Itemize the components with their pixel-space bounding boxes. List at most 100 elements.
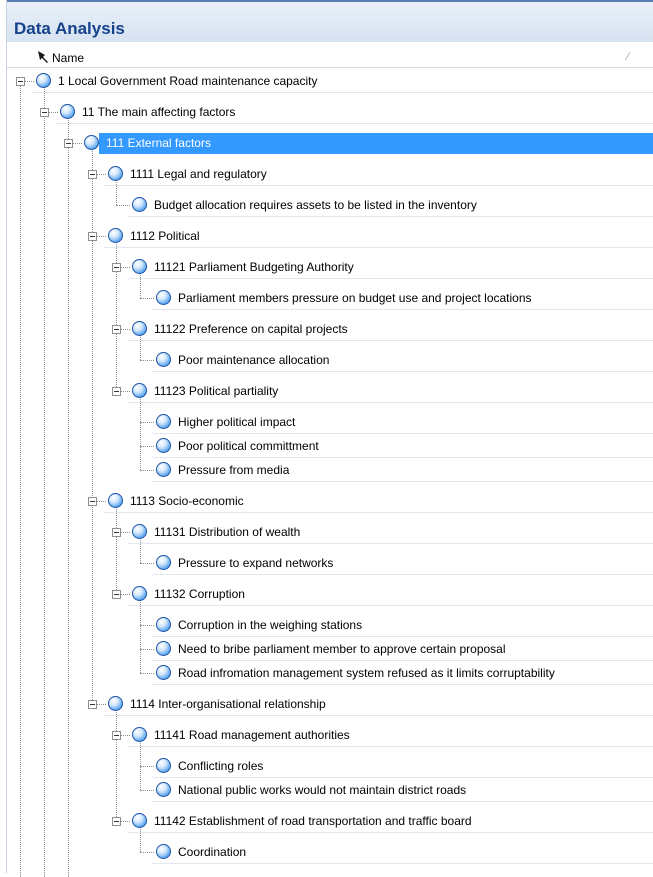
node-icon[interactable] xyxy=(156,617,171,632)
row-separator xyxy=(128,605,653,606)
tree-connector-line xyxy=(44,116,45,877)
node-icon[interactable] xyxy=(108,696,123,711)
tree-row[interactable]: 1 Local Government Road maintenance capa… xyxy=(16,69,653,93)
node-icon[interactable] xyxy=(132,586,147,601)
collapse-toggle-icon[interactable] xyxy=(112,325,121,334)
node-icon[interactable] xyxy=(156,555,171,570)
collapse-toggle-icon[interactable] xyxy=(64,139,73,148)
row-separator xyxy=(128,746,653,747)
node-icon[interactable] xyxy=(156,352,171,367)
row-separator xyxy=(128,543,653,544)
node-icon[interactable] xyxy=(156,290,171,305)
node-label: Pressure from media xyxy=(178,463,290,477)
node-icon[interactable] xyxy=(156,438,171,453)
row-separator xyxy=(152,863,653,864)
collapse-toggle-icon[interactable] xyxy=(112,817,121,826)
node-icon[interactable] xyxy=(108,228,123,243)
tree-row[interactable]: Conflicting roles xyxy=(152,754,653,778)
node-label: Higher political impact xyxy=(178,415,296,429)
node-icon[interactable] xyxy=(132,383,147,398)
tree-row[interactable]: Poor maintenance allocation xyxy=(152,348,653,372)
node-label: 11142 Establishment of road transportati… xyxy=(154,814,472,828)
tree-row[interactable]: 11 The main affecting factors xyxy=(40,100,653,124)
collapse-toggle-icon[interactable] xyxy=(112,590,121,599)
node-label: 11122 Preference on capital projects xyxy=(154,322,348,336)
row-separator xyxy=(56,123,653,124)
tree-row[interactable]: Higher political impact xyxy=(152,410,653,434)
collapse-toggle-icon[interactable] xyxy=(112,731,121,740)
tree-connector-line xyxy=(140,598,141,673)
node-label: 11131 Distribution of wealth xyxy=(154,525,301,539)
tree-connector-line xyxy=(20,85,21,877)
node-icon[interactable] xyxy=(132,197,147,212)
tree-row[interactable]: 1113 Socio-economic xyxy=(88,489,653,513)
row-separator xyxy=(152,371,653,372)
node-label: 11123 Political partiality xyxy=(154,384,279,398)
collapse-toggle-icon[interactable] xyxy=(40,108,49,117)
row-separator xyxy=(104,247,653,248)
node-label: Budget allocation requires assets to be … xyxy=(154,198,477,212)
row-separator xyxy=(128,216,653,217)
node-icon[interactable] xyxy=(156,462,171,477)
node-label: 1111 Legal and regulatory xyxy=(130,167,267,181)
tree-connector-line xyxy=(116,708,117,821)
tree-row[interactable]: 1111 Legal and regulatory xyxy=(88,162,653,186)
collapse-toggle-icon[interactable] xyxy=(16,77,25,86)
collapse-toggle-icon[interactable] xyxy=(112,387,121,396)
node-icon[interactable] xyxy=(36,73,51,88)
row-separator xyxy=(152,574,653,575)
node-icon[interactable] xyxy=(156,665,171,680)
tree-row[interactable]: Pressure from media xyxy=(152,458,653,482)
node-label: 11132 Corruption xyxy=(154,587,245,601)
tree-row[interactable]: Coordination xyxy=(152,840,653,864)
collapse-toggle-icon[interactable] xyxy=(112,263,121,272)
node-icon[interactable] xyxy=(156,641,171,656)
tree-connector-line xyxy=(140,395,141,470)
tree-row[interactable]: Need to bribe parliament member to appro… xyxy=(152,637,653,661)
node-label: Need to bribe parliament member to appro… xyxy=(178,642,506,656)
tree-row[interactable]: 11123 Political partiality xyxy=(112,379,653,403)
tree-row[interactable]: Parliament members pressure on budget us… xyxy=(152,286,653,310)
node-icon[interactable] xyxy=(156,414,171,429)
node-icon[interactable] xyxy=(156,758,171,773)
tree-row[interactable]: Corruption in the weighing stations xyxy=(152,613,653,637)
tree-row[interactable]: 1114 Inter-organisational relationship xyxy=(88,692,653,716)
tree-row[interactable]: Road infromation management system refus… xyxy=(152,661,653,685)
row-separator xyxy=(128,832,653,833)
tree-row[interactable]: 11121 Parliament Budgeting Authority xyxy=(112,255,653,279)
tree-row[interactable]: Budget allocation requires assets to be … xyxy=(128,193,653,217)
collapse-toggle-icon[interactable] xyxy=(88,232,97,241)
node-icon[interactable] xyxy=(156,782,171,797)
tree-row[interactable]: 11132 Corruption xyxy=(112,582,653,606)
collapse-toggle-icon[interactable] xyxy=(88,700,97,709)
node-icon[interactable] xyxy=(156,844,171,859)
node-icon[interactable] xyxy=(132,813,147,828)
collapse-toggle-icon[interactable] xyxy=(88,170,97,179)
node-icon[interactable] xyxy=(132,524,147,539)
node-label: Coordination xyxy=(178,845,247,859)
collapse-toggle-icon[interactable] xyxy=(88,497,97,506)
node-icon[interactable] xyxy=(132,259,147,274)
node-icon[interactable] xyxy=(132,321,147,336)
tree-row[interactable]: 11122 Preference on capital projects xyxy=(112,317,653,341)
node-label: 11141 Road management authorities xyxy=(154,728,350,742)
tree-row[interactable]: 11141 Road management authorities xyxy=(112,723,653,747)
tree-row[interactable]: Pressure to expand networks xyxy=(152,551,653,575)
node-icon[interactable] xyxy=(108,493,123,508)
tree-row[interactable]: 11131 Distribution of wealth xyxy=(112,520,653,544)
tree-row[interactable]: Poor political committment xyxy=(152,434,653,458)
node-label: Poor political committment xyxy=(178,439,319,453)
node-icon[interactable] xyxy=(84,135,99,150)
node-icon[interactable] xyxy=(60,104,75,119)
data-analysis-panel: Data Analysis Name ⁄ 1 Local Government … xyxy=(6,0,653,877)
node-icon[interactable] xyxy=(132,727,147,742)
tree-row[interactable]: National public works would not maintain… xyxy=(152,778,653,802)
node-icon[interactable] xyxy=(108,166,123,181)
tree-row[interactable]: 11142 Establishment of road transportati… xyxy=(112,809,653,833)
collapse-toggle-icon[interactable] xyxy=(112,528,121,537)
row-separator xyxy=(104,715,653,716)
node-label: Conflicting roles xyxy=(178,759,264,773)
tree-row[interactable]: 1112 Political xyxy=(88,224,653,248)
row-separator xyxy=(152,309,653,310)
tree-row[interactable]: 111 External factors xyxy=(64,131,653,155)
